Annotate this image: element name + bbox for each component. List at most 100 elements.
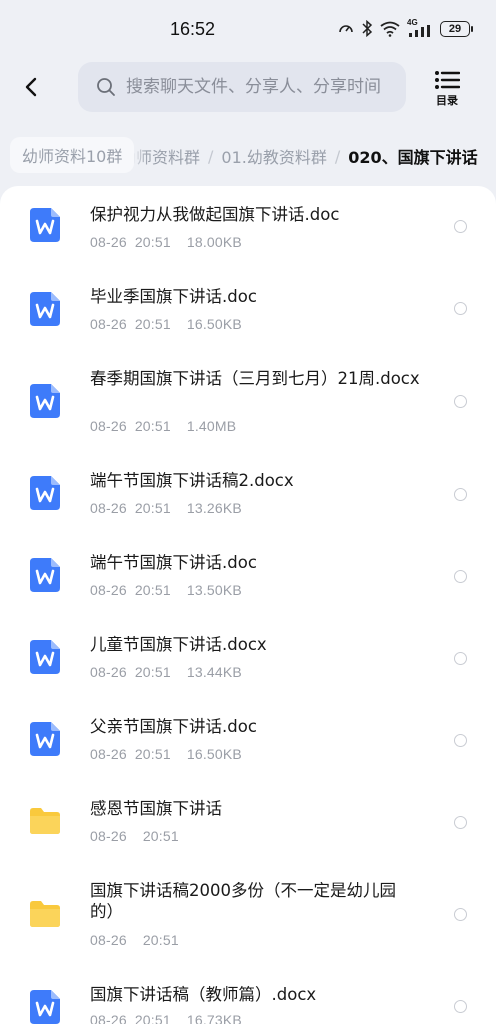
file-time: 20:51 [134,500,171,516]
folder-name: 感恩节国旗下讲话 [90,799,222,818]
file-date: 08-26 [90,582,127,598]
breadcrumb-separator: / [334,146,341,166]
file-size: 18.00KB [186,234,242,250]
breadcrumb: 幼师资料10群 幼师资料群 / 01.幼教资料群 / 020、国旗下讲话 [0,136,496,174]
file-name: 国旗下讲话稿（教师篇）.docx [90,985,317,1004]
file-time: 20:51 [134,234,171,250]
select-radio[interactable] [454,302,467,315]
file-time: 20:51 [134,418,171,434]
file-time: 20:51 [134,1012,171,1024]
file-date: 08-26 [90,664,127,680]
file-meta: 08-26 20:51 1.40MB [90,418,244,434]
file-name: 父亲节国旗下讲话.doc [90,717,257,736]
select-radio[interactable] [454,652,467,665]
list-item[interactable]: 国旗下讲话稿（教师篇）.docx 08-26 20:51 16.73KB [0,974,496,1024]
select-radio[interactable] [454,570,467,583]
file-date: 08-26 [90,234,127,250]
word-doc-icon [30,640,60,674]
status-bar: 16:52 4G 29 [0,0,496,56]
file-date: 08-26 [90,316,127,332]
back-button[interactable] [16,72,46,102]
word-doc-icon [30,990,60,1024]
file-size: 13.26KB [186,500,242,516]
search-input[interactable] [126,77,396,97]
file-list: 保护视力从我做起国旗下讲话.doc 08-26 20:51 18.00KB 毕业季国… [0,186,496,1024]
file-meta: 08-26 20:51 16.50KB [90,316,250,332]
file-size: 16.50KB [186,746,242,762]
breadcrumb-item-folder[interactable]: 01.幼教资料群 [221,144,326,168]
file-meta: 08-26 20:51 13.50KB [90,582,250,598]
list-item[interactable]: 感恩节国旗下讲话 08-26 20:51 [0,786,496,868]
speedometer-icon [339,24,353,32]
select-radio[interactable] [454,734,467,747]
file-name: 毕业季国旗下讲话.doc [90,287,257,306]
search-box[interactable] [78,62,406,112]
toc-label: 目录 [436,94,458,107]
word-doc-icon [30,208,60,242]
file-meta: 08-26 20:51 [90,932,187,948]
back-arrow-icon [25,77,37,97]
list-item[interactable]: 春季期国旗下讲话（三月到七月）21周.docx 08-26 20:51 1.40MB [0,350,496,458]
list-item[interactable]: 保护视力从我做起国旗下讲话.doc 08-26 20:51 18.00KB [0,186,496,268]
select-radio[interactable] [454,908,467,921]
file-meta: 08-26 20:51 13.26KB [90,500,250,516]
file-date: 08-26 [90,500,127,516]
word-doc-icon [30,384,60,418]
file-time: 20:51 [134,582,171,598]
file-meta: 08-26 20:51 13.44KB [90,664,250,680]
breadcrumb-item-root[interactable]: 幼师资料10群 [10,137,135,173]
select-radio[interactable] [454,220,467,233]
word-doc-icon [30,292,60,326]
file-time: 20:51 [134,316,171,332]
file-time: 20:51 [142,828,179,844]
cellular-signal-icon: 4G [407,18,433,37]
bluetooth-icon [362,20,373,37]
battery-level: 29 [448,22,462,35]
word-doc-icon [30,476,60,510]
battery-icon: 29 [440,20,473,37]
file-meta: 08-26 20:51 18.00KB [90,234,250,250]
file-date: 08-26 [90,418,127,434]
list-item[interactable]: 儿童节国旗下讲话.docx 08-26 20:51 13.44KB [0,622,496,704]
word-doc-icon [30,558,60,592]
list-item[interactable]: 父亲节国旗下讲话.doc 08-26 20:51 16.50KB [0,704,496,786]
file-date: 08-26 [90,1012,127,1024]
list-item[interactable]: 国旗下讲话稿2000多份（不一定是幼儿园的） 08-26 20:51 [0,868,496,974]
word-doc-icon [30,722,60,756]
breadcrumb-trail: 幼师资料群 / 01.幼教资料群 / 020、国旗下讲话 [120,144,478,168]
file-name: 儿童节国旗下讲话.docx [90,635,267,654]
file-date: 08-26 [90,932,127,948]
folder-name: 国旗下讲话稿2000多份（不一定是幼儿园的） [90,881,396,921]
breadcrumb-item-current: 020、国旗下讲话 [348,148,478,167]
select-radio[interactable] [454,488,467,501]
file-name: 端午节国旗下讲话.doc [90,553,257,572]
status-icons: 4G 29 [338,18,473,37]
file-meta: 08-26 20:51 [90,828,187,844]
file-size: 13.44KB [186,664,242,680]
status-time: 16:52 [170,19,216,39]
file-name: 春季期国旗下讲话（三月到七月）21周.docx [90,369,420,388]
toc-button[interactable]: 目录 [430,70,464,110]
list-item[interactable]: 毕业季国旗下讲话.doc 08-26 20:51 16.50KB [0,268,496,350]
file-time: 20:51 [134,664,171,680]
file-size: 13.50KB [186,582,242,598]
list-icon [435,71,460,89]
select-radio[interactable] [454,1000,467,1013]
file-name: 端午节国旗下讲话稿2.docx [90,471,294,490]
file-meta: 08-26 20:51 16.50KB [90,746,250,762]
search-icon [97,78,115,96]
file-time: 20:51 [134,746,171,762]
folder-icon [30,808,60,834]
wifi-icon [380,21,400,37]
select-radio[interactable] [454,816,467,829]
list-item[interactable]: 端午节国旗下讲话.doc 08-26 20:51 13.50KB [0,540,496,622]
file-date: 08-26 [90,746,127,762]
file-date: 08-26 [90,828,127,844]
select-radio[interactable] [454,395,467,408]
folder-icon [30,901,60,927]
list-item[interactable]: 端午节国旗下讲话稿2.docx 08-26 20:51 13.26KB [0,458,496,540]
breadcrumb-separator: / [208,146,214,166]
file-size: 16.73KB [186,1012,242,1024]
file-meta: 08-26 20:51 16.73KB [90,1012,250,1024]
file-time: 20:51 [142,932,179,948]
